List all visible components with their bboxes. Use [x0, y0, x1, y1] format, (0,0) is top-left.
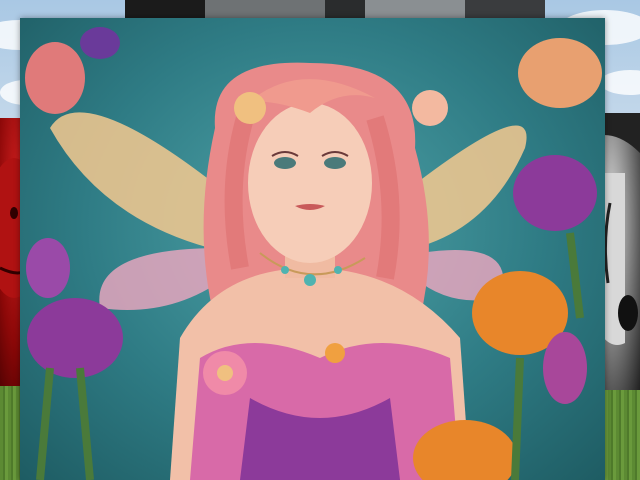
fairy-painting	[20, 18, 605, 480]
virtual-gallery-scene	[0, 0, 640, 480]
cloud	[600, 70, 640, 95]
